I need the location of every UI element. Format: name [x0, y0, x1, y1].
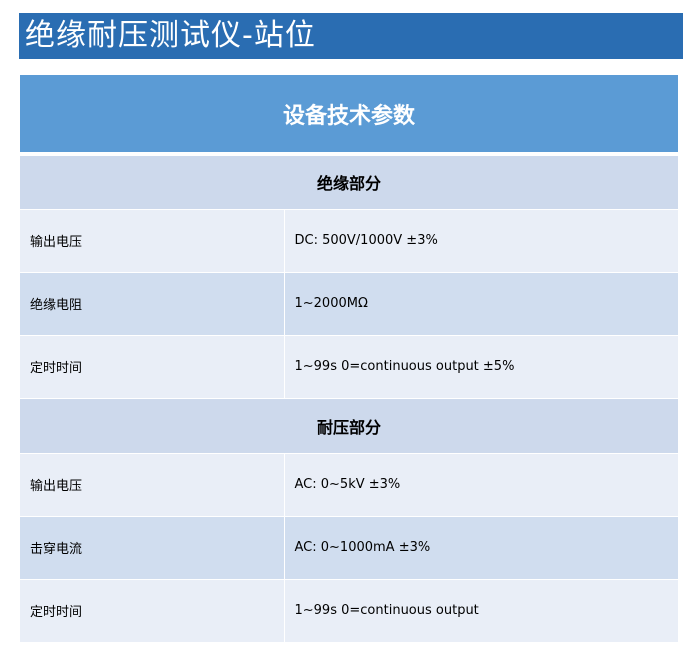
- param-label: 击穿电流: [20, 516, 285, 580]
- param-label: 输出电压: [20, 453, 285, 517]
- spec-table: 设备技术参数 绝缘部分 输出电压 DC: 500V/1000V ±3% 绝缘电阻…: [20, 75, 679, 643]
- section-title-withstand: 耐压部分: [20, 398, 679, 454]
- table-row: 输出电压 AC: 0~5kV ±3%: [20, 453, 679, 517]
- param-value: DC: 500V/1000V ±3%: [284, 209, 679, 273]
- param-label: 绝缘电阻: [20, 272, 285, 336]
- table-row: 输出电压 DC: 500V/1000V ±3%: [20, 209, 679, 273]
- param-label: 定时时间: [20, 579, 285, 643]
- table-row: 绝缘电阻 1~2000MΩ: [20, 272, 679, 336]
- param-value: 1~2000MΩ: [284, 272, 679, 336]
- page-title: 绝缘耐压测试仪-站位: [19, 13, 683, 59]
- table-header-row: 设备技术参数: [20, 75, 679, 156]
- param-label: 定时时间: [20, 335, 285, 399]
- section-row: 耐压部分: [20, 398, 679, 454]
- param-value: 1~99s 0=continuous output ±5%: [284, 335, 679, 399]
- table-header: 设备技术参数: [20, 75, 679, 156]
- section-title-insulation: 绝缘部分: [20, 154, 679, 210]
- table-row: 击穿电流 AC: 0~1000mA ±3%: [20, 516, 679, 580]
- table-row: 定时时间 1~99s 0=continuous output ±5%: [20, 335, 679, 399]
- param-value: AC: 0~1000mA ±3%: [284, 516, 679, 580]
- param-value: AC: 0~5kV ±3%: [284, 453, 679, 517]
- param-value: 1~99s 0=continuous output: [284, 579, 679, 643]
- section-row: 绝缘部分: [20, 154, 679, 210]
- param-label: 输出电压: [20, 209, 285, 273]
- table-row: 定时时间 1~99s 0=continuous output: [20, 579, 679, 643]
